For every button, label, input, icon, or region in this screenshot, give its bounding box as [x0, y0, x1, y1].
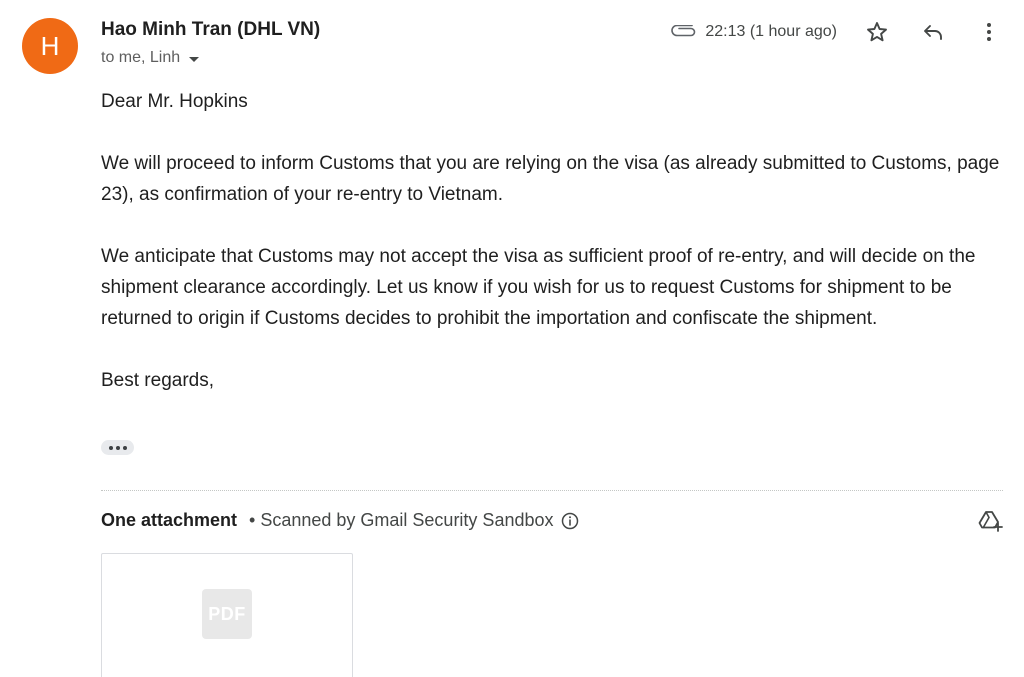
- greeting: Dear Mr. Hopkins: [101, 91, 248, 112]
- dot: [108, 445, 113, 450]
- sender-name[interactable]: Hao Minh Tran (DHL VN): [101, 19, 320, 41]
- paperclip-icon: [671, 25, 696, 37]
- reply-icon: [924, 25, 942, 40]
- message-header-actions: 22:13 (1 hour ago): [671, 14, 1024, 50]
- avatar[interactable]: H: [22, 18, 78, 74]
- signoff: Best regards,: [101, 370, 214, 391]
- dot: [115, 445, 120, 450]
- body-paragraph: We will proceed to inform Customs that y…: [101, 153, 1000, 205]
- add-to-drive-icon: [978, 511, 1003, 532]
- attachments-header: One attachment • Scanned by Gmail Securi…: [101, 510, 579, 531]
- show-trimmed-content-button[interactable]: [101, 440, 134, 455]
- avatar-initial: H: [40, 30, 60, 61]
- reply-button[interactable]: [915, 14, 951, 50]
- more-options-button[interactable]: [971, 14, 1007, 50]
- attachment-thumbnail[interactable]: PDF: [101, 553, 353, 677]
- message-timestamp: 22:13 (1 hour ago): [705, 23, 837, 40]
- recipients-text: to me, Linh: [101, 49, 181, 66]
- add-to-drive-button[interactable]: [976, 506, 1006, 536]
- recipients-line: to me, Linh: [101, 49, 200, 67]
- security-scan-note: • Scanned by Gmail Security Sandbox: [249, 510, 554, 530]
- message-body: Dear Mr. Hopkins We will proceed to info…: [101, 86, 1001, 396]
- attachments-divider: [101, 490, 1003, 491]
- attachments-title: One attachment: [101, 510, 238, 530]
- info-icon[interactable]: [561, 512, 579, 530]
- more-vert-icon: [987, 23, 991, 41]
- show-details-dropdown-icon[interactable]: [189, 56, 200, 62]
- body-paragraph: We anticipate that Customs may not accep…: [101, 246, 976, 329]
- star-icon: [867, 22, 887, 42]
- email-message: H Hao Minh Tran (DHL VN) to me, Linh 22:…: [0, 0, 1024, 677]
- dot: [122, 445, 127, 450]
- star-button[interactable]: [859, 14, 895, 50]
- pdf-file-icon: PDF: [202, 589, 252, 639]
